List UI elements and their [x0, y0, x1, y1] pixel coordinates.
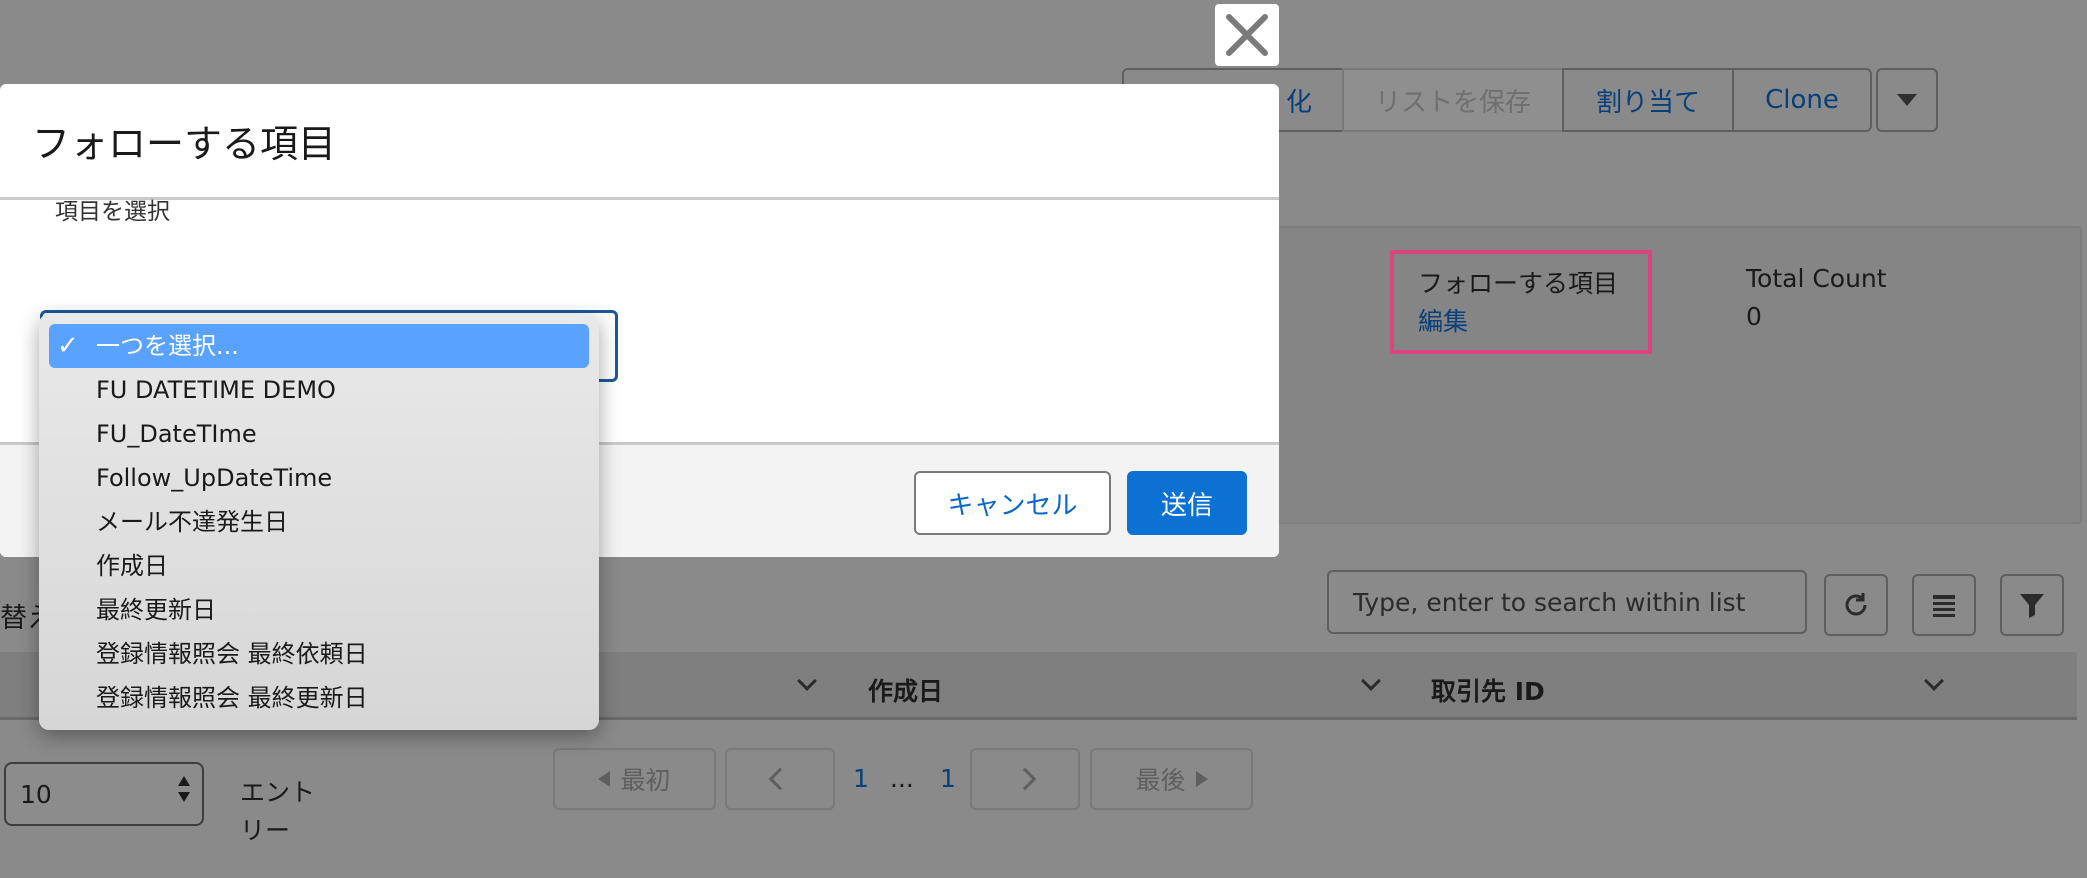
assign-label: 割り当て: [1595, 87, 1700, 118]
close-modal-button[interactable]: [1215, 4, 1279, 66]
refresh-icon: [1845, 593, 1867, 616]
column-header-created-date[interactable]: 作成日: [868, 672, 943, 708]
entries-label-line1: エント: [240, 778, 316, 807]
close-icon: [1226, 14, 1268, 56]
select-option[interactable]: 登録情報照会 最終更新日: [49, 676, 589, 720]
save-list-button[interactable]: リストを保存: [1342, 68, 1564, 132]
save-list-label: リストを保存: [1374, 87, 1531, 118]
field-select-dropdown[interactable]: ✓ 一つを選択... FU DATETIME DEMO FU_DateTIme F…: [39, 314, 599, 730]
pagination-ellipsis: ...: [890, 764, 914, 793]
option-label: メール不達発生日: [96, 508, 288, 536]
next-page-button[interactable]: [970, 748, 1080, 810]
first-page-button[interactable]: 最初: [553, 748, 716, 810]
toolbar-button-1-label: 化: [1285, 87, 1312, 118]
submit-button[interactable]: 送信: [1127, 471, 1247, 535]
caret-down-icon: [1897, 94, 1917, 106]
option-label: FU DATETIME DEMO: [96, 376, 336, 404]
option-label: 一つを選択...: [96, 332, 239, 360]
select-option[interactable]: 最終更新日: [49, 588, 589, 632]
last-page-button[interactable]: 最後: [1090, 748, 1253, 810]
per-page-value: 10: [20, 779, 52, 809]
option-label: 登録情報照会 最終依頼日: [96, 640, 368, 668]
option-label: 登録情報照会 最終更新日: [96, 684, 368, 712]
select-option[interactable]: 登録情報照会 最終依頼日: [49, 632, 589, 676]
option-label: Follow_UpDateTime: [96, 464, 333, 492]
select-option[interactable]: 作成日: [49, 544, 589, 588]
entries-label-line2: リー: [240, 816, 291, 845]
checkmark-icon: ✓: [57, 331, 79, 361]
select-option[interactable]: メール不達発生日: [49, 500, 589, 544]
entries-label: エント リー: [240, 774, 330, 850]
chevron-down-icon[interactable]: [1361, 671, 1381, 691]
field-select-label: 項目を選択: [55, 199, 170, 225]
first-page-label: 最初: [620, 766, 671, 795]
total-pages-link[interactable]: 1: [940, 764, 956, 793]
modal-header: フォローする項目: [0, 84, 1279, 200]
select-option[interactable]: Follow_UpDateTime: [49, 456, 589, 500]
cancel-button[interactable]: キャンセル: [914, 471, 1111, 535]
list-search-input[interactable]: Type, enter to search within list: [1327, 570, 1807, 634]
filter-icon: [2020, 594, 2044, 618]
follow-field-label: フォローする項目: [1418, 269, 1619, 298]
search-placeholder: Type, enter to search within list: [1353, 587, 1746, 617]
assign-button[interactable]: 割り当て: [1562, 68, 1734, 132]
option-label: 最終更新日: [96, 596, 216, 624]
edit-link[interactable]: 編集: [1418, 302, 1468, 338]
clone-button[interactable]: Clone: [1732, 68, 1872, 132]
chevron-right-icon: [1013, 767, 1037, 791]
chevron-left-icon: [768, 767, 792, 791]
chevron-down-icon[interactable]: [797, 671, 817, 691]
triangle-left-icon: [598, 771, 611, 787]
option-label: FU_DateTIme: [96, 420, 257, 448]
table-view-icon: [1933, 595, 1955, 617]
select-option[interactable]: FU DATETIME DEMO: [49, 368, 589, 412]
option-label: 作成日: [96, 552, 168, 580]
stepper-arrows-icon[interactable]: [178, 776, 190, 802]
select-option[interactable]: ✓ 一つを選択...: [49, 324, 589, 368]
filter-button[interactable]: [2000, 574, 2064, 636]
last-page-label: 最後: [1135, 766, 1186, 795]
select-option[interactable]: FU_DateTIme: [49, 412, 589, 456]
total-count-label: Total Count: [1746, 264, 1887, 293]
total-count-value: 0: [1746, 302, 1762, 331]
column-header-account-id[interactable]: 取引先 ID: [1431, 672, 1545, 708]
more-actions-button[interactable]: [1876, 68, 1938, 132]
previous-page-button[interactable]: [725, 748, 835, 810]
current-page-link[interactable]: 1: [853, 764, 869, 793]
clone-label: Clone: [1765, 85, 1839, 115]
refresh-button[interactable]: [1824, 574, 1888, 636]
triangle-right-icon: [1195, 771, 1208, 787]
modal-title: フォローする項目: [32, 122, 337, 166]
per-page-stepper[interactable]: 10: [4, 762, 204, 826]
list-view-button[interactable]: [1912, 574, 1976, 636]
chevron-down-icon[interactable]: [1924, 671, 1944, 691]
